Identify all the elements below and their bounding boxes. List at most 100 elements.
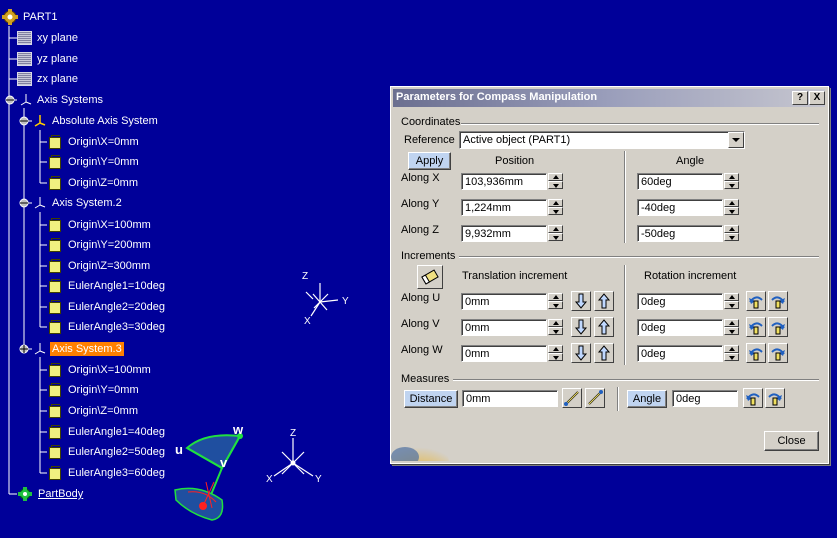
tree-node-axis-system-2[interactable]: Axis System.2 <box>17 195 124 211</box>
tree-node-xy-plane[interactable]: xy plane <box>17 30 80 46</box>
spin-up-icon[interactable] <box>724 293 739 301</box>
tree-node-axis-systems[interactable]: Axis Systems <box>2 92 105 108</box>
angle-measure-field[interactable]: 0deg <box>672 390 738 407</box>
spin-down-icon[interactable] <box>724 233 739 241</box>
translation-v-spinner[interactable] <box>548 319 563 336</box>
position-x-spinner[interactable] <box>548 173 563 190</box>
spin-up-icon[interactable] <box>548 345 563 353</box>
position-x-field[interactable]: 103,936mm <box>461 173 547 190</box>
dialog-titlebar[interactable]: Parameters for Compass Manipulation ? X <box>393 89 825 107</box>
chevron-down-icon[interactable] <box>728 132 744 148</box>
rotation-v-field[interactable]: 0deg <box>637 319 723 336</box>
spin-down-icon[interactable] <box>548 327 563 335</box>
tree-node-parameter[interactable]: Origin\Z=0mm <box>47 175 140 191</box>
eraser-button[interactable] <box>417 265 443 289</box>
rotation-w-field[interactable]: 0deg <box>637 345 723 362</box>
rotate-w-plus-button[interactable] <box>768 343 788 363</box>
rotate-u-plus-button[interactable] <box>768 291 788 311</box>
spin-up-icon[interactable] <box>548 173 563 181</box>
position-y-spinner[interactable] <box>548 199 563 216</box>
translate-v-minus-button[interactable] <box>571 317 591 337</box>
apply-button[interactable]: Apply <box>408 152 451 170</box>
tree-node-parameter[interactable]: EulerAngle3=30deg <box>47 319 167 335</box>
tree-node-parameter[interactable]: Origin\X=100mm <box>47 217 153 233</box>
measure-angle-button[interactable] <box>743 388 763 408</box>
spin-down-icon[interactable] <box>548 301 563 309</box>
position-z-field[interactable]: 9,932mm <box>461 225 547 242</box>
angle-x-field[interactable]: 60deg <box>637 173 723 190</box>
angle-y-field[interactable]: -40deg <box>637 199 723 216</box>
tree-node-parameter[interactable]: Origin\Y=0mm <box>47 154 141 170</box>
angle-button[interactable]: Angle <box>627 390 667 408</box>
tree-node-part1[interactable]: PART1 <box>2 9 59 25</box>
position-y-field[interactable]: 1,224mm <box>461 199 547 216</box>
translate-v-plus-button[interactable] <box>594 317 614 337</box>
spin-down-icon[interactable] <box>724 207 739 215</box>
spin-up-icon[interactable] <box>724 173 739 181</box>
spin-up-icon[interactable] <box>548 225 563 233</box>
translation-u-field[interactable]: 0mm <box>461 293 547 310</box>
spin-down-icon[interactable] <box>724 181 739 189</box>
close-x-button[interactable]: X <box>809 91 825 105</box>
translation-u-spinner[interactable] <box>548 293 563 310</box>
rotate-u-minus-button[interactable] <box>746 291 766 311</box>
angle-z-field[interactable]: -50deg <box>637 225 723 242</box>
angle-x-spinner[interactable] <box>724 173 739 190</box>
spin-down-icon[interactable] <box>724 301 739 309</box>
spin-up-icon[interactable] <box>724 319 739 327</box>
rotation-v-spinner[interactable] <box>724 319 739 336</box>
tree-node-parameter[interactable]: Origin\Z=0mm <box>47 403 140 419</box>
distance-field[interactable]: 0mm <box>462 390 558 407</box>
rotate-w-minus-button[interactable] <box>746 343 766 363</box>
reference-select[interactable]: Active object (PART1) <box>459 131 745 149</box>
tree-node-absolute-axis-system[interactable]: Absolute Axis System <box>17 113 160 129</box>
tree-node-parameter[interactable]: EulerAngle1=10deg <box>47 278 167 294</box>
translate-u-plus-button[interactable] <box>594 291 614 311</box>
tree-node-parameter[interactable]: Origin\Z=300mm <box>47 258 152 274</box>
spin-up-icon[interactable] <box>548 319 563 327</box>
close-button[interactable]: Close <box>764 431 819 451</box>
spin-down-icon[interactable] <box>724 353 739 361</box>
tree-node-parameter[interactable]: Origin\X=100mm <box>47 362 153 378</box>
rotate-v-plus-button[interactable] <box>768 317 788 337</box>
spin-up-icon[interactable] <box>548 293 563 301</box>
rotation-w-spinner[interactable] <box>724 345 739 362</box>
angle-z-spinner[interactable] <box>724 225 739 242</box>
translate-u-minus-button[interactable] <box>571 291 591 311</box>
spin-up-icon[interactable] <box>724 225 739 233</box>
angle-y-spinner[interactable] <box>724 199 739 216</box>
tree-node-axis-system-3[interactable]: Axis System.3 <box>17 341 124 357</box>
tree-node-parameter[interactable]: EulerAngle1=40deg <box>47 424 167 440</box>
measure-angle-alt-button[interactable] <box>765 388 785 408</box>
measure-distance-alt-button[interactable] <box>585 388 605 408</box>
spin-down-icon[interactable] <box>548 207 563 215</box>
spin-down-icon[interactable] <box>548 233 563 241</box>
tree-node-parameter[interactable]: Origin\Y=200mm <box>47 237 153 253</box>
translation-w-spinner[interactable] <box>548 345 563 362</box>
spin-up-icon[interactable] <box>724 199 739 207</box>
position-z-spinner[interactable] <box>548 225 563 242</box>
tree-node-partbody[interactable]: PartBody <box>17 486 85 502</box>
spin-up-icon[interactable] <box>724 345 739 353</box>
translation-v-field[interactable]: 0mm <box>461 319 547 336</box>
distance-button[interactable]: Distance <box>404 390 458 408</box>
translate-w-minus-button[interactable] <box>571 343 591 363</box>
tree-node-parameter[interactable]: EulerAngle2=50deg <box>47 444 167 460</box>
tree-node-parameter[interactable]: EulerAngle3=60deg <box>47 465 167 481</box>
spin-down-icon[interactable] <box>548 181 563 189</box>
spin-down-icon[interactable] <box>724 327 739 335</box>
spin-down-icon[interactable] <box>548 353 563 361</box>
measure-distance-button[interactable] <box>562 388 582 408</box>
tree-node-parameter[interactable]: Origin\X=0mm <box>47 134 141 150</box>
spin-up-icon[interactable] <box>548 199 563 207</box>
translation-w-field[interactable]: 0mm <box>461 345 547 362</box>
translate-w-plus-button[interactable] <box>594 343 614 363</box>
tree-node-parameter[interactable]: EulerAngle2=20deg <box>47 299 167 315</box>
help-button[interactable]: ? <box>792 91 808 105</box>
tree-node-parameter[interactable]: Origin\Y=0mm <box>47 382 141 398</box>
rotate-v-minus-button[interactable] <box>746 317 766 337</box>
rotation-u-field[interactable]: 0deg <box>637 293 723 310</box>
tree-node-yz-plane[interactable]: yz plane <box>17 51 80 67</box>
tree-node-zx-plane[interactable]: zx plane <box>17 71 80 87</box>
rotation-u-spinner[interactable] <box>724 293 739 310</box>
